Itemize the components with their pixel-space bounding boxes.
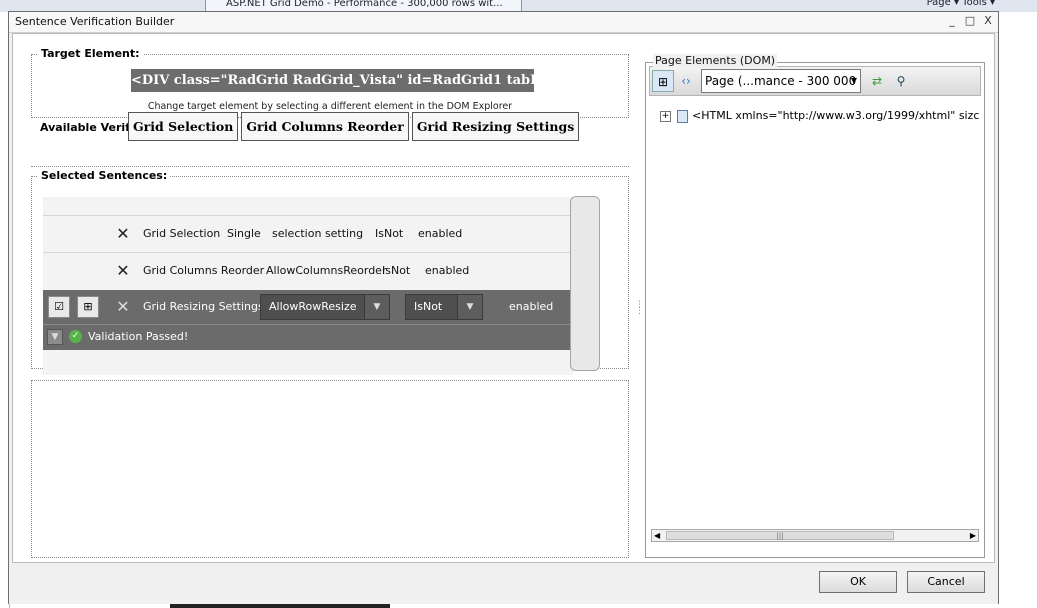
dialog-footer: OK Cancel (9, 564, 998, 604)
validation-row: ▼ ✓ Validation Passed! (43, 324, 570, 350)
sentence-row[interactable]: ✕ Grid Columns Reorder AllowColumnsReord… (43, 252, 570, 290)
chevron-down-icon[interactable]: ▼ (457, 295, 482, 319)
collapse-chevron-icon[interactable]: ▼ (47, 329, 63, 345)
dom-tree-view-icon[interactable]: ⊞ (652, 70, 674, 92)
dom-tree-root[interactable]: + <HTML xmlns="http://www.w3.org/1999/xht… (660, 109, 980, 123)
active-sentence-row[interactable]: ☑ ⊞ ✕ Grid Resizing Settings AllowRowRes… (43, 290, 570, 324)
dom-panel-legend: Page Elements (DOM) (653, 54, 778, 67)
sentence-param[interactable]: selection setting (272, 227, 363, 240)
target-element-section: Target Element: <DIV class="RadGrid RadG… (31, 47, 629, 118)
dialog-titlebar[interactable]: Sentence Verification Builder _ □ X (9, 12, 998, 33)
property-combo-value: AllowRowResize (269, 300, 357, 313)
page-select-value: Page (...mance - 300 000 (705, 74, 857, 88)
sentences-list: ✕ Grid Selection Single selection settin… (43, 197, 573, 375)
minimize-button[interactable]: _ (946, 14, 958, 28)
sentence-param[interactable]: Single (227, 227, 261, 240)
page-select[interactable]: Page (...mance - 300 000 ▼ (701, 69, 861, 93)
scroll-left-icon[interactable]: ◀ (654, 530, 660, 541)
target-element-tag: <DIV class="RadGrid RadGrid_Vista" id=Ra… (131, 69, 602, 92)
refresh-icon[interactable]: ⇄ (866, 70, 888, 92)
scroll-right-icon[interactable]: ▶ (970, 530, 976, 541)
dom-horizontal-scrollbar[interactable]: ◀ ||| ▶ (651, 529, 979, 542)
dom-tree-icon[interactable]: ⊞ (77, 296, 99, 318)
dom-toolbar: ⊞ ‹› Page (...mance - 300 000 ▼ ⇄ ⚲ (649, 66, 981, 96)
dom-explorer-panel: ⊞ ‹› Page (...mance - 300 000 ▼ ⇄ ⚲ + <HT… (645, 62, 985, 558)
sentence-name: Grid Resizing Settings (143, 300, 264, 313)
dialog-content: Target Element: <DIV class="RadGrid RadG… (12, 33, 995, 563)
close-button[interactable]: X (982, 14, 994, 28)
maximize-button[interactable]: □ (964, 14, 976, 28)
sentence-value[interactable]: enabled (509, 300, 553, 313)
operator-combo[interactable]: IsNot ▼ (405, 294, 483, 320)
sentence-operator[interactable]: IsNot (375, 227, 403, 240)
splitter-grip-icon[interactable]: ⋮ ⋮ (635, 301, 644, 320)
chevron-down-icon: ▼ (850, 76, 857, 85)
sentence-verification-dialog: Sentence Verification Builder _ □ X Targ… (8, 11, 999, 604)
sentence-value[interactable]: enabled (418, 227, 462, 240)
source-view-icon[interactable]: ‹› (675, 70, 697, 92)
edit-sentence-icon[interactable]: ☑ (48, 296, 70, 318)
sentence-details-area (31, 380, 629, 558)
sentence-row[interactable]: ✕ Grid Selection Single selection settin… (43, 215, 570, 253)
target-element-hint: Change target element by selecting a dif… (147, 101, 513, 112)
sentence-value[interactable]: enabled (425, 264, 469, 277)
verification-buttons: Grid Selection Grid Columns Reorder Grid… (128, 112, 580, 141)
sentence-name: Grid Selection (143, 227, 221, 240)
expand-node-icon[interactable]: + (660, 110, 671, 122)
sentence-operator[interactable]: IsNot (382, 264, 410, 277)
target-element-legend: Target Element: (38, 47, 143, 60)
sentence-param[interactable]: AllowColumnsReorder (266, 264, 386, 277)
property-combo[interactable]: AllowRowResize ▼ (260, 294, 390, 320)
dom-tree-root-label: <HTML xmlns="http://www.w3.org/1999/xhtm… (692, 109, 980, 122)
background-browser-tools: Page ▾ Tools ▾ (926, 0, 995, 8)
find-binoculars-icon[interactable]: ⚲ (890, 70, 912, 92)
background-page-edge (999, 12, 1037, 608)
ok-button[interactable]: OK (819, 571, 897, 593)
validation-message: Validation Passed! (88, 330, 189, 343)
operator-combo-value: IsNot (414, 300, 443, 313)
sentence-name: Grid Columns Reorder (143, 264, 265, 277)
dialog-title: Sentence Verification Builder (15, 15, 175, 28)
background-taskbar-fragment (170, 604, 390, 608)
verification-grid-resizing-settings-button[interactable]: Grid Resizing Settings (411, 112, 580, 141)
chevron-down-icon[interactable]: ▼ (364, 295, 389, 319)
selected-sentences-legend: Selected Sentences: (38, 169, 171, 182)
verification-grid-selection-button[interactable]: Grid Selection (128, 112, 239, 141)
cancel-button[interactable]: Cancel (907, 571, 985, 593)
verification-grid-columns-reorder-button[interactable]: Grid Columns Reorder (241, 112, 409, 141)
success-check-icon: ✓ (69, 330, 82, 343)
remove-sentence-icon[interactable]: ✕ (116, 263, 130, 279)
remove-sentence-icon[interactable]: ✕ (116, 299, 130, 315)
scroll-thumb[interactable]: ||| (666, 531, 894, 540)
page-node-icon (677, 109, 688, 123)
sentences-scrollbar[interactable] (570, 196, 600, 371)
remove-sentence-icon[interactable]: ✕ (116, 226, 130, 242)
